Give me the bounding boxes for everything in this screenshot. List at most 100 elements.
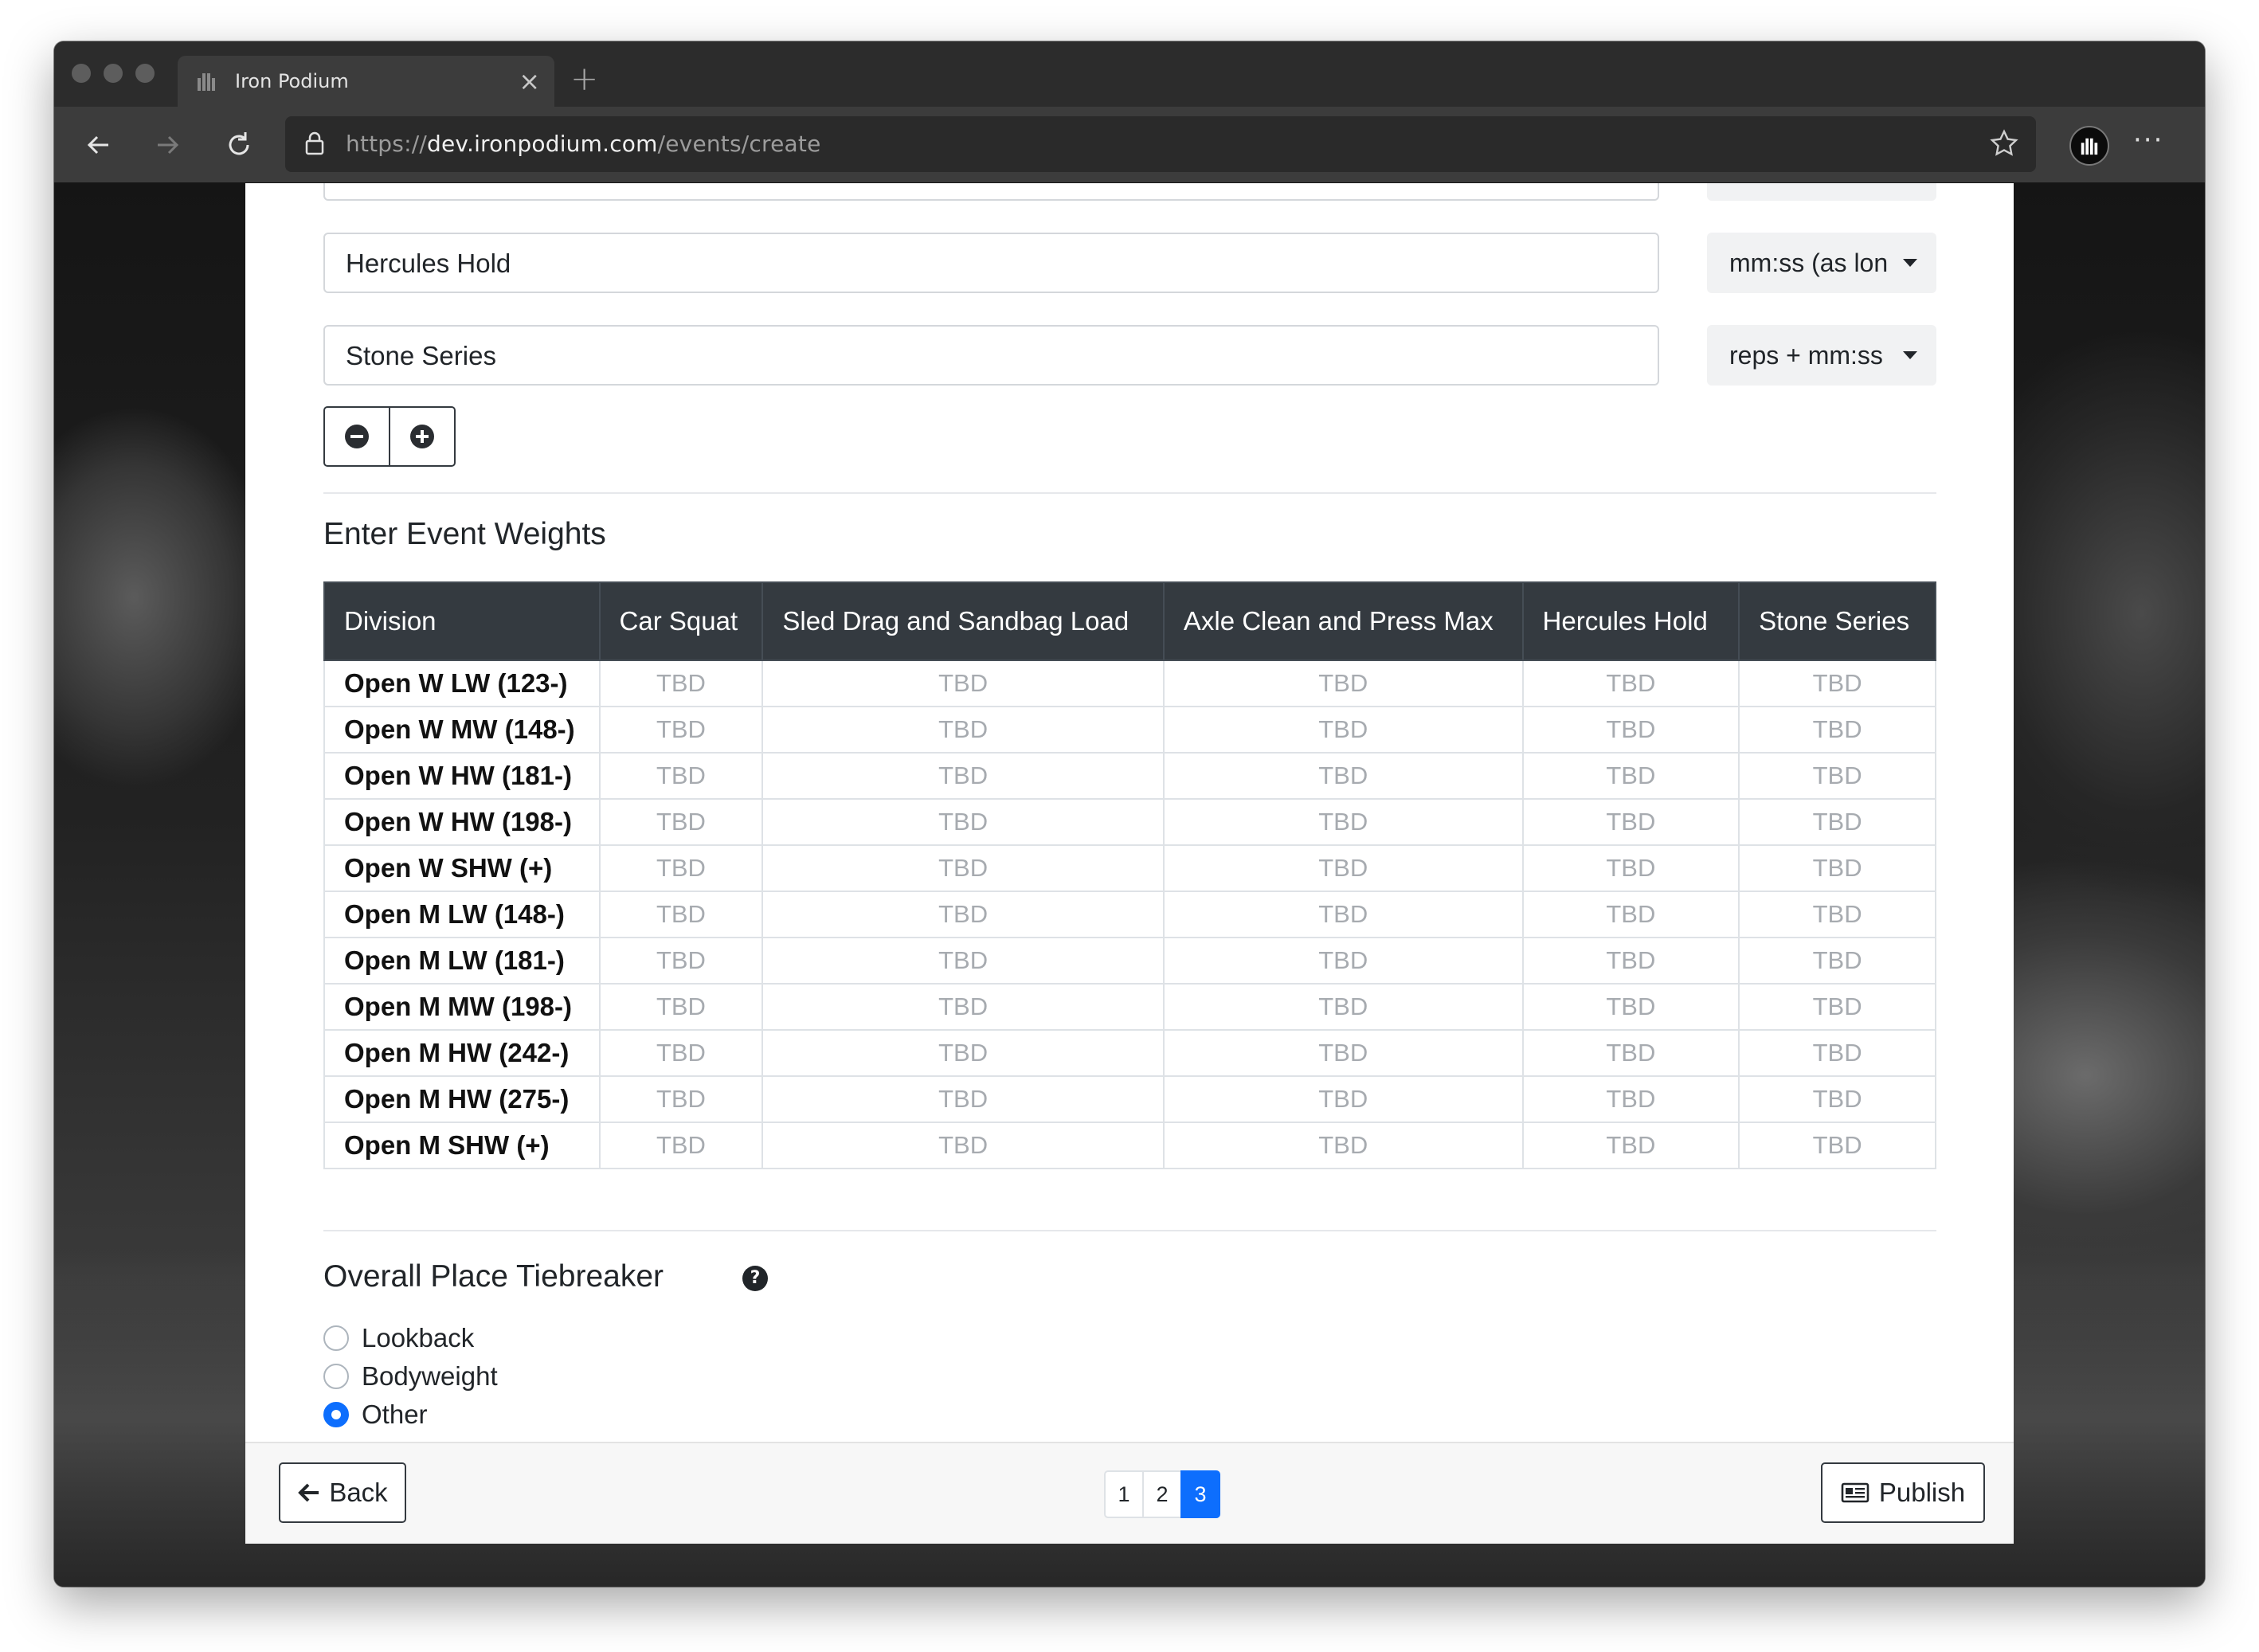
weight-input-cell[interactable]: TBD (598, 1122, 764, 1169)
event-count-stepper (323, 406, 456, 467)
table-row: Open W MW (148-) TBD TBD TBD TBD TBD (323, 706, 1936, 754)
weight-input-cell[interactable]: TBD (598, 706, 764, 754)
back-arrow-icon[interactable] (76, 123, 121, 167)
event-format-select[interactable]: mm:ss (as lon (1707, 233, 1936, 293)
weight-input-cell[interactable]: TBD (1738, 660, 1936, 707)
radio-label: Other (362, 1400, 428, 1429)
weight-input-cell[interactable]: TBD (1738, 798, 1936, 846)
more-menu-icon[interactable]: ··· (2133, 124, 2163, 156)
minus-circle-icon (345, 425, 369, 448)
weight-input-cell[interactable]: TBD (598, 1075, 764, 1123)
weight-input-cell[interactable]: TBD (1521, 1075, 1740, 1123)
weight-input-cell[interactable]: TBD (1162, 1075, 1524, 1123)
weight-input-cell[interactable]: TBD (1521, 983, 1740, 1031)
weight-input-cell[interactable]: TBD (761, 891, 1165, 938)
weight-input-cell[interactable]: TBD (761, 1075, 1165, 1123)
weight-input-cell[interactable]: TBD (1162, 706, 1524, 754)
weight-input-cell[interactable]: TBD (1162, 798, 1524, 846)
weight-input-cell[interactable]: TBD (598, 937, 764, 985)
remove-event-button[interactable] (325, 408, 389, 465)
zoom-window-dot[interactable] (135, 64, 155, 83)
weight-input-cell[interactable]: TBD (1162, 844, 1524, 892)
browser-tab[interactable]: Iron Podium × (178, 56, 554, 107)
weight-input-cell[interactable]: TBD (598, 798, 764, 846)
event-name-value: Hercules Hold (346, 249, 511, 278)
radio-button-selected[interactable] (323, 1402, 349, 1427)
table-row: Open M LW (181-) TBD TBD TBD TBD TBD (323, 937, 1936, 985)
weight-input-cell[interactable]: TBD (598, 660, 764, 707)
event-name-input[interactable]: Hercules Hold (323, 233, 1659, 293)
weight-input-cell[interactable]: TBD (761, 752, 1165, 800)
weight-input-cell[interactable]: TBD (598, 844, 764, 892)
weight-input-cell[interactable]: TBD (761, 844, 1165, 892)
weight-input-cell[interactable]: TBD (761, 937, 1165, 985)
profile-avatar-icon[interactable] (2069, 126, 2109, 166)
weight-input-cell[interactable]: TBD (761, 1029, 1165, 1077)
reload-icon[interactable] (217, 123, 261, 167)
weight-input-cell[interactable]: TBD (761, 660, 1165, 707)
weight-input-cell[interactable]: TBD (1162, 1029, 1524, 1077)
card-body: Hercules Hold mm:ss (as lon Stone Series… (245, 183, 2014, 1442)
weight-input-cell[interactable]: TBD (761, 798, 1165, 846)
weight-input-cell[interactable]: TBD (761, 983, 1165, 1031)
weight-input-cell[interactable]: TBD (1521, 1122, 1740, 1169)
radio-button[interactable] (323, 1325, 349, 1351)
division-cell: Open W HW (181-) (323, 752, 601, 800)
weight-input-cell[interactable]: TBD (1738, 1122, 1936, 1169)
weight-input-cell[interactable]: TBD (1738, 1029, 1936, 1077)
weight-input-cell[interactable]: TBD (598, 752, 764, 800)
weight-input-cell[interactable]: TBD (1162, 1122, 1524, 1169)
weight-input-cell[interactable]: TBD (1521, 752, 1740, 800)
minimize-window-dot[interactable] (104, 64, 123, 83)
weight-input-cell[interactable]: TBD (598, 1029, 764, 1077)
table-row: Open W LW (123-) TBD TBD TBD TBD TBD (323, 660, 1936, 707)
question-circle-icon[interactable]: ? (742, 1266, 768, 1291)
weights-section-title: Enter Event Weights (323, 517, 606, 551)
weight-input-cell[interactable]: TBD (1162, 752, 1524, 800)
page-link-2[interactable]: 2 (1142, 1470, 1182, 1518)
weight-input-cell[interactable]: TBD (1521, 844, 1740, 892)
url-text: https://dev.ironpodium.com/events/create (346, 131, 821, 157)
event-name-input-partial[interactable] (323, 183, 1659, 201)
event-weights-table: Division Car Squat Sled Drag and Sandbag… (323, 581, 1936, 1169)
forward-arrow-icon[interactable] (145, 123, 190, 167)
weight-input-cell[interactable]: TBD (1162, 660, 1524, 707)
publish-button[interactable]: Publish (1821, 1462, 1985, 1523)
event-format-select[interactable]: reps + mm:ss (1707, 325, 1936, 386)
add-event-button[interactable] (389, 408, 454, 465)
weight-input-cell[interactable]: TBD (598, 983, 764, 1031)
weight-input-cell[interactable]: TBD (1738, 844, 1936, 892)
page-link-3-active[interactable]: 3 (1180, 1470, 1220, 1518)
weight-input-cell[interactable]: TBD (1738, 706, 1936, 754)
weight-input-cell[interactable]: TBD (598, 891, 764, 938)
column-header: Hercules Hold (1521, 581, 1740, 661)
new-tab-icon[interactable]: + (570, 59, 598, 99)
weight-input-cell[interactable]: TBD (1521, 891, 1740, 938)
newspaper-icon (1841, 1482, 1869, 1503)
close-tab-icon[interactable]: × (519, 65, 540, 97)
address-bar[interactable]: https://dev.ironpodium.com/events/create (285, 116, 2036, 172)
weight-input-cell[interactable]: TBD (1738, 1075, 1936, 1123)
weight-input-cell[interactable]: TBD (1162, 891, 1524, 938)
weight-input-cell[interactable]: TBD (1162, 983, 1524, 1031)
weight-input-cell[interactable]: TBD (1521, 660, 1740, 707)
weight-input-cell[interactable]: TBD (1521, 1029, 1740, 1077)
page-link-1[interactable]: 1 (1104, 1470, 1144, 1518)
radio-button[interactable] (323, 1364, 349, 1389)
weight-input-cell[interactable]: TBD (1521, 706, 1740, 754)
event-format-select-partial[interactable] (1707, 183, 1936, 201)
event-name-input[interactable]: Stone Series (323, 325, 1659, 386)
weight-input-cell[interactable]: TBD (761, 706, 1165, 754)
weight-input-cell[interactable]: TBD (761, 1122, 1165, 1169)
weight-input-cell[interactable]: TBD (1738, 983, 1936, 1031)
close-window-dot[interactable] (72, 64, 91, 83)
card-footer: Back 1 2 3 Publish (245, 1442, 2014, 1544)
weight-input-cell[interactable]: TBD (1738, 752, 1936, 800)
weight-input-cell[interactable]: TBD (1738, 937, 1936, 985)
weight-input-cell[interactable]: TBD (1738, 891, 1936, 938)
back-button[interactable]: Back (279, 1462, 406, 1523)
weight-input-cell[interactable]: TBD (1162, 937, 1524, 985)
bookmark-star-icon[interactable] (1988, 127, 2020, 159)
weight-input-cell[interactable]: TBD (1521, 937, 1740, 985)
weight-input-cell[interactable]: TBD (1521, 798, 1740, 846)
